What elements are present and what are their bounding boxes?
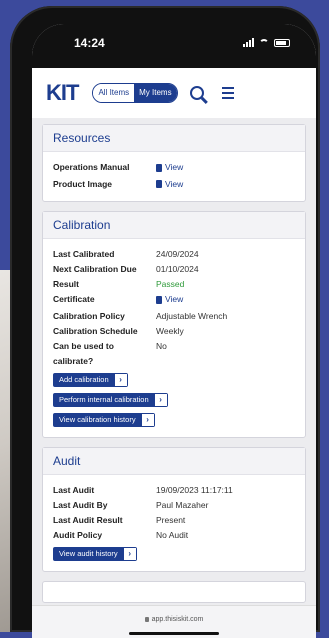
result-status: Passed <box>156 279 185 289</box>
view-calibration-history-button[interactable]: View calibration history › <box>53 412 155 427</box>
field-value: No Audit <box>156 529 189 540</box>
field-label: Audit Policy <box>53 529 103 540</box>
field-label: Last Calibrated <box>53 249 115 259</box>
status-time: 14:24 <box>74 36 105 50</box>
resources-body: Operations Manual View Product Image Vie… <box>43 152 305 201</box>
field-label: Certificate <box>53 294 95 304</box>
calibration-body: Last Calibrated 24/09/2024 Next Calibrat… <box>43 239 305 437</box>
calibration-row: Calibration Policy Adjustable Wrench <box>53 309 295 324</box>
calibration-title: Calibration <box>43 212 305 239</box>
field-value: Paul Mazaher <box>156 499 209 510</box>
view-image-link[interactable]: View <box>156 177 183 192</box>
main-content: Resources Operations Manual View Product… <box>32 118 316 603</box>
add-calibration-button[interactable]: Add calibration › <box>53 372 128 387</box>
field-label: Result <box>53 279 79 289</box>
audit-row: Last Audit Result Present <box>53 513 295 528</box>
kit-logo[interactable]: KIT <box>46 80 79 106</box>
audit-title: Audit <box>43 447 305 475</box>
field-label: Calibration Schedule <box>53 325 138 336</box>
home-indicator[interactable] <box>129 632 219 635</box>
calibration-row: Calibration Schedule Weekly <box>53 324 295 339</box>
audit-row: Last Audit 19/09/2023 11:17:11 <box>53 483 295 498</box>
phone-frame: 14:24 KIT All Items My Items Resources O… <box>10 6 320 638</box>
document-icon <box>156 163 162 172</box>
resource-label: Operations Manual <box>53 162 130 172</box>
lock-icon <box>144 616 149 622</box>
calibration-row: Result Passed <box>53 277 295 292</box>
field-value: 24/09/2024 <box>156 249 199 259</box>
browser-bar: app.thisiskit.com <box>32 605 316 638</box>
field-value: 01/10/2024 <box>156 264 199 274</box>
resource-row: Product Image View <box>53 177 295 194</box>
field-label: Can be used to calibrate? <box>53 340 114 366</box>
calibration-row: Last Calibrated 24/09/2024 <box>53 247 295 262</box>
battery-icon <box>274 38 290 47</box>
app-header: KIT All Items My Items <box>32 68 316 118</box>
field-value: Present <box>156 514 186 525</box>
document-icon <box>156 295 162 304</box>
resources-card: Resources Operations Manual View Product… <box>42 124 306 202</box>
hamburger-menu-icon[interactable] <box>221 87 234 99</box>
calibration-row: Certificate View <box>53 292 295 309</box>
chevron-right-icon: › <box>141 413 154 426</box>
status-bar: 14:24 <box>32 24 316 68</box>
field-label: Last Audit <box>53 484 95 495</box>
items-toggle: All Items My Items <box>92 83 178 103</box>
field-label: Last Audit By <box>53 499 108 510</box>
calibration-row: Can be used to calibrate? No <box>53 339 295 369</box>
next-card-peek <box>42 580 306 603</box>
status-icons <box>243 38 290 47</box>
resources-title: Resources <box>43 125 305 152</box>
field-label: Next Calibration Due <box>53 264 137 274</box>
phone-screen: 14:24 KIT All Items My Items Resources O… <box>32 24 316 638</box>
search-icon[interactable] <box>189 86 204 100</box>
chevron-right-icon: › <box>123 547 136 560</box>
view-manual-link[interactable]: View <box>156 160 183 175</box>
field-value: Weekly <box>156 325 184 336</box>
wifi-icon <box>259 38 269 47</box>
field-label: Calibration Policy <box>53 310 125 321</box>
calibration-row: Next Calibration Due 01/10/2024 <box>53 262 295 277</box>
field-value: 19/09/2023 11:17:11 <box>156 484 233 495</box>
view-audit-history-button[interactable]: View audit history › <box>53 546 137 561</box>
calibration-card: Calibration Last Calibrated 24/09/2024 N… <box>42 211 306 438</box>
field-value: No <box>156 340 167 351</box>
chevron-right-icon: › <box>154 393 167 406</box>
audit-body: Last Audit 19/09/2023 11:17:11 Last Audi… <box>43 475 305 571</box>
field-value: Adjustable Wrench <box>156 310 228 321</box>
view-certificate-link[interactable]: View <box>156 292 183 307</box>
url-text: app.thisiskit.com <box>151 616 204 623</box>
perform-internal-calibration-button[interactable]: Perform internal calibration › <box>53 392 168 407</box>
field-label: Last Audit Result <box>53 514 123 525</box>
resource-label: Product Image <box>53 178 113 189</box>
audit-row: Audit Policy No Audit <box>53 528 295 543</box>
all-items-toggle[interactable]: All Items <box>93 84 135 102</box>
audit-card: Audit Last Audit 19/09/2023 11:17:11 Las… <box>42 446 306 572</box>
resource-row: Operations Manual View <box>53 160 295 177</box>
signal-icon <box>243 38 254 47</box>
chevron-right-icon: › <box>114 373 127 386</box>
my-items-toggle[interactable]: My Items <box>134 84 177 102</box>
audit-row: Last Audit By Paul Mazaher <box>53 498 295 513</box>
document-icon <box>156 180 162 188</box>
url-bar[interactable]: app.thisiskit.com <box>32 616 316 623</box>
